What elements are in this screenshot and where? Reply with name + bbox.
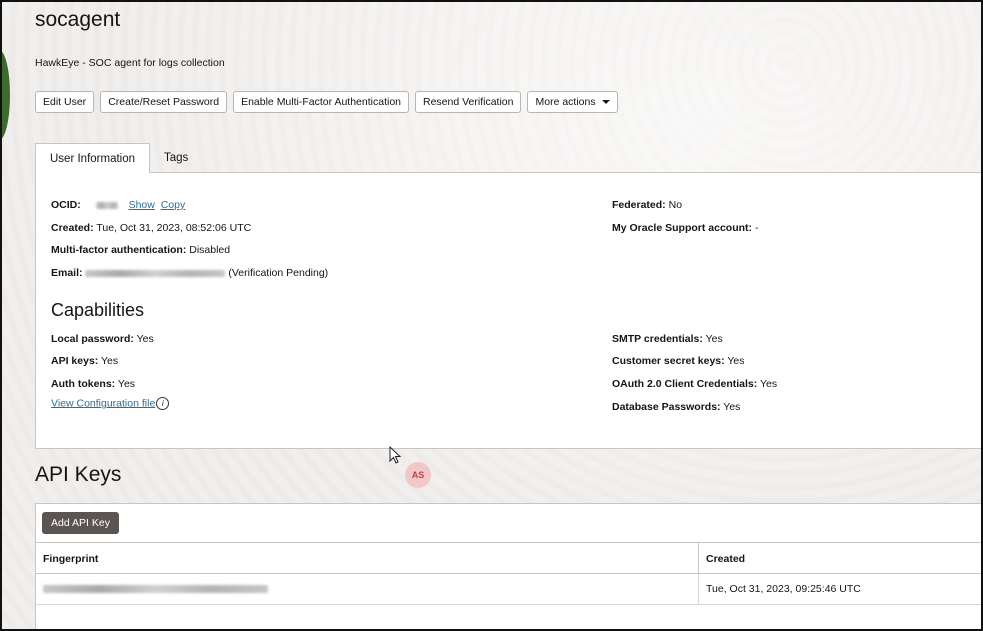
auth-tokens-row: Auth tokens: Yes [51, 378, 135, 390]
api-keys-capability-row: API keys: Yes [51, 355, 118, 367]
view-config-row: View Configuration file i [51, 397, 170, 410]
email-row: Email: (Verification Pending) [51, 267, 328, 279]
local-password-value: Yes [136, 333, 154, 345]
federated-label: Federated: [612, 199, 666, 211]
customer-secret-label: Customer secret keys: [612, 355, 725, 367]
created-row: Created: Tue, Oct 31, 2023, 08:52:06 UTC [51, 222, 251, 234]
user-description: HawkEye - SOC agent for logs collection [35, 57, 225, 69]
ocid-row: OCID: Show Copy [51, 199, 185, 211]
user-information-panel: OCID: Show Copy Created: Tue, Oct 31, 20… [35, 172, 981, 449]
resend-verification-button[interactable]: Resend Verification [415, 91, 522, 113]
support-account-label: My Oracle Support account: [612, 222, 753, 234]
smtp-row: SMTP credentials: Yes [612, 333, 723, 345]
info-icon[interactable]: i [156, 397, 170, 410]
fingerprint-column-header[interactable]: Fingerprint [36, 542, 699, 574]
mouse-pointer-icon [389, 446, 402, 464]
support-account-row: My Oracle Support account: - [612, 222, 758, 234]
email-label: Email: [51, 267, 83, 279]
more-actions-label: More actions [535, 95, 596, 108]
ocid-label: OCID: [51, 199, 81, 211]
ocid-show-link[interactable]: Show [129, 199, 155, 211]
created-value: Tue, Oct 31, 2023, 08:52:06 UTC [96, 222, 252, 234]
local-password-row: Local password: Yes [51, 333, 154, 345]
window-frame: socagent HawkEye - SOC agent for logs co… [0, 0, 983, 631]
api-keys-panel: Add API Key Fingerprint Created Tue, Oct… [35, 503, 981, 629]
auth-tokens-value: Yes [117, 378, 136, 390]
ocid-value-redacted [95, 201, 118, 209]
avatar: AS [405, 462, 431, 488]
created-column-header[interactable]: Created [699, 542, 981, 574]
edit-user-button[interactable]: Edit User [35, 91, 95, 113]
customer-secret-row: Customer secret keys: Yes [612, 355, 745, 367]
smtp-value: Yes [705, 333, 723, 345]
email-status: (Verification Pending) [228, 267, 329, 279]
fingerprint-value-redacted [43, 585, 268, 594]
federated-row: Federated: No [612, 199, 682, 211]
api-keys-capability-value: Yes [101, 355, 119, 367]
local-password-label: Local password: [51, 333, 134, 345]
customer-secret-value: Yes [727, 355, 745, 367]
email-value-redacted [85, 269, 226, 277]
db-passwords-value: Yes [723, 401, 741, 413]
smtp-label: SMTP credentials: [612, 333, 703, 345]
create-reset-password-button[interactable]: Create/Reset Password [100, 91, 228, 113]
table-row-created: Tue, Oct 31, 2023, 09:25:46 UTC [699, 574, 981, 605]
db-passwords-row: Database Passwords: Yes [612, 401, 740, 413]
view-configuration-file-link[interactable]: View Configuration file [51, 397, 155, 409]
side-decoration [2, 50, 10, 140]
oauth-label: OAuth 2.0 Client Credentials: [612, 378, 758, 390]
oauth-value: Yes [760, 378, 778, 390]
enable-mfa-button[interactable]: Enable Multi-Factor Authentication [233, 91, 409, 113]
tab-tags[interactable]: Tags [150, 143, 202, 173]
db-passwords-label: Database Passwords: [612, 401, 721, 413]
ocid-copy-link[interactable]: Copy [161, 199, 186, 211]
add-api-key-button[interactable]: Add API Key [42, 512, 119, 534]
oauth-row: OAuth 2.0 Client Credentials: Yes [612, 378, 777, 390]
chevron-down-icon [601, 100, 610, 104]
auth-tokens-label: Auth tokens: [51, 378, 116, 390]
capabilities-heading: Capabilities [51, 300, 145, 320]
more-actions-button[interactable]: More actions [527, 91, 618, 113]
tab-user-information[interactable]: User Information [35, 143, 151, 173]
tab-bar: User Information Tags [35, 143, 202, 173]
mfa-value: Disabled [189, 244, 231, 256]
support-account-value: - [754, 222, 759, 234]
mfa-label: Multi-factor authentication: [51, 244, 187, 256]
table-row-fingerprint [36, 574, 699, 605]
federated-value: No [668, 199, 683, 211]
action-toolbar: Edit User Create/Reset Password Enable M… [35, 91, 618, 113]
mfa-row: Multi-factor authentication: Disabled [51, 244, 230, 256]
page-title: socagent [35, 8, 121, 31]
created-label: Created: [51, 222, 94, 234]
api-keys-capability-label: API keys: [51, 355, 99, 367]
api-keys-heading: API Keys [35, 463, 122, 486]
